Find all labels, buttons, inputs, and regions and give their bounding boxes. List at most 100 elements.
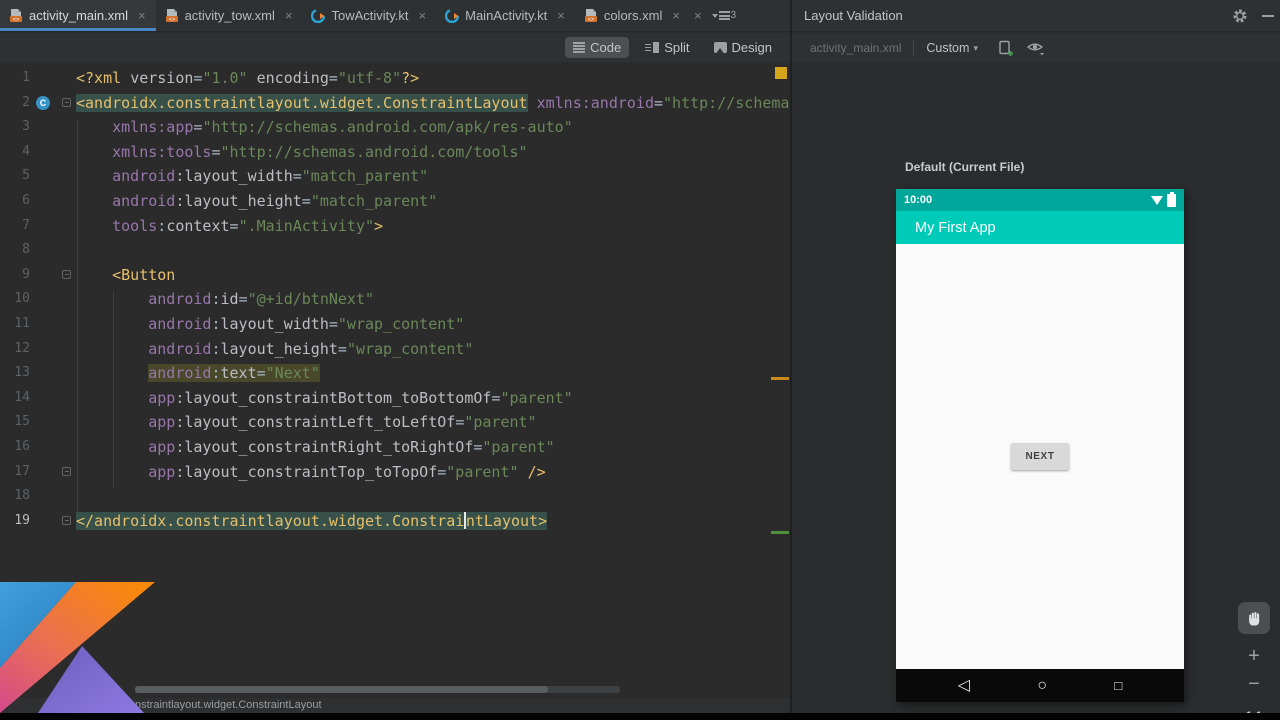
code-line-3[interactable]: xmlns:app="http://schemas.android.com/ap…: [76, 115, 790, 140]
code-line-13[interactable]: android:text="Next": [76, 361, 790, 386]
phone-app-bar: My First App: [896, 211, 1184, 244]
code-line-5[interactable]: android:layout_width="match_parent": [76, 164, 790, 189]
gutter-row-8[interactable]: 8: [0, 238, 74, 263]
hidden-tabs-dropdown[interactable]: 3: [712, 10, 737, 22]
configuration-label: Default (Current File): [905, 160, 1024, 174]
tab-colors-xml[interactable]: <>colors.xml×: [575, 0, 690, 31]
gutter-row-12[interactable]: 12: [0, 337, 74, 362]
code-line-14[interactable]: app:layout_constraintBottom_toBottomOf="…: [76, 386, 790, 411]
gutter-row-4[interactable]: 4: [0, 140, 74, 165]
code-line-9[interactable]: <Button: [76, 263, 790, 288]
code-line-15[interactable]: app:layout_constraintLeft_toLeftOf="pare…: [76, 410, 790, 435]
fold-open-icon[interactable]: [62, 270, 71, 279]
code-token: =: [338, 340, 347, 358]
code-token: android: [148, 340, 211, 358]
gutter-row-6[interactable]: 6: [0, 189, 74, 214]
tab-TowActivity-kt[interactable]: TowActivity.kt×: [302, 0, 436, 31]
gutter-row-1[interactable]: 1: [0, 66, 74, 91]
editor-code[interactable]: <?xml version="1.0" encoding="utf-8"?><a…: [76, 66, 790, 533]
code-line-6[interactable]: android:layout_height="match_parent": [76, 189, 790, 214]
next-button[interactable]: NEXT: [1011, 443, 1069, 470]
code-token: id: [221, 290, 239, 308]
stripe-mark-warning[interactable]: [771, 377, 789, 380]
context-class-gutter-icon[interactable]: C: [36, 96, 50, 110]
close-icon[interactable]: ×: [672, 8, 680, 23]
close-icon[interactable]: ×: [557, 8, 565, 23]
split-view-button[interactable]: Split: [637, 37, 697, 58]
design-view-button[interactable]: Design: [706, 37, 780, 58]
code-line-17[interactable]: app:layout_constraintTop_toTopOf="parent…: [76, 460, 790, 485]
nav-home-icon[interactable]: ○: [1037, 669, 1047, 702]
code-token: <Button: [112, 266, 175, 284]
zoom-in-button[interactable]: +: [1248, 646, 1260, 666]
code-view-button[interactable]: Code: [565, 37, 629, 58]
hide-panel-icon[interactable]: [1262, 15, 1274, 17]
code-token: android: [112, 192, 175, 210]
breadcrumb-text[interactable]: nstraintlayout.widget.ConstraintLayout: [135, 698, 322, 713]
add-device-icon[interactable]: [996, 39, 1014, 57]
gutter-row-11[interactable]: 11: [0, 312, 74, 337]
gear-icon[interactable]: [1232, 8, 1248, 24]
tab-MainActivity-kt[interactable]: MainActivity.kt×: [436, 0, 575, 31]
code-line-10[interactable]: android:id="@+id/btnNext": [76, 287, 790, 312]
status-time: 10:00: [904, 194, 932, 206]
gutter-row-10[interactable]: 10: [0, 287, 74, 312]
code-line-18[interactable]: [76, 484, 790, 509]
device-preview[interactable]: 10:00 My First App NEXT ◁ ○ □: [896, 189, 1184, 702]
horizontal-scrollbar[interactable]: [135, 686, 620, 693]
tab-activity_main-xml[interactable]: <>activity_main.xml×: [0, 0, 156, 31]
view-mode-toolbar: Code Split Design: [0, 33, 790, 62]
code-line-12[interactable]: android:layout_height="wrap_content": [76, 337, 790, 362]
preset-dropdown[interactable]: Custom ▾: [926, 41, 978, 55]
code-line-19[interactable]: </androidx.constraintlayout.widget.Const…: [76, 509, 790, 534]
gutter-row-15[interactable]: 15: [0, 410, 74, 435]
code-token: version: [130, 69, 193, 87]
close-icon[interactable]: ×: [285, 8, 293, 23]
code-line-7[interactable]: tools:context=".MainActivity">: [76, 214, 790, 239]
gutter-row-17[interactable]: 17: [0, 460, 74, 485]
horizontal-scrollbar-thumb[interactable]: [135, 686, 548, 693]
stripe-mark-ok[interactable]: [771, 531, 789, 534]
code-token: app: [148, 438, 175, 456]
fold-close-icon[interactable]: [62, 516, 71, 525]
gutter-row-5[interactable]: 5: [0, 164, 74, 189]
gutter-row-3[interactable]: 3: [0, 115, 74, 140]
gutter-row-9[interactable]: 9: [0, 263, 74, 288]
code-line-1[interactable]: <?xml version="1.0" encoding="utf-8"?>: [76, 66, 790, 91]
tab-activity_tow-xml[interactable]: <>activity_tow.xml×: [156, 0, 303, 31]
code-line-11[interactable]: android:layout_width="wrap_content": [76, 312, 790, 337]
close-icon[interactable]: ×: [138, 8, 146, 23]
visibility-eye-icon[interactable]: [1026, 40, 1046, 56]
gutter-row-13[interactable]: 13: [0, 361, 74, 386]
code-line-2[interactable]: <androidx.constraintlayout.widget.Constr…: [76, 91, 790, 116]
tab-label: colors.xml: [604, 8, 663, 23]
code-line-4[interactable]: xmlns:tools="http://schemas.android.com/…: [76, 140, 790, 165]
code-token: =: [293, 167, 302, 185]
gutter-row-7[interactable]: 7: [0, 214, 74, 239]
toolbar-divider: [913, 40, 914, 56]
nav-recents-icon[interactable]: □: [1114, 669, 1122, 702]
code-token: "1.0": [202, 69, 247, 87]
code-token: [76, 118, 112, 136]
gutter-row-14[interactable]: 14: [0, 386, 74, 411]
indent-guide: [77, 119, 78, 513]
code-line-8[interactable]: [76, 238, 790, 263]
close-icon[interactable]: ×: [419, 8, 427, 23]
gutter-row-18[interactable]: 18: [0, 484, 74, 509]
code-token: =: [239, 290, 248, 308]
extra-close-icon[interactable]: ×: [694, 8, 702, 23]
pan-tool-button[interactable]: [1238, 602, 1270, 634]
zoom-out-button[interactable]: −: [1248, 674, 1260, 694]
fold-open-icon[interactable]: [62, 98, 71, 107]
code-line-16[interactable]: app:layout_constraintRight_toRightOf="pa…: [76, 435, 790, 460]
fold-close-icon[interactable]: [62, 467, 71, 476]
gutter-row-2[interactable]: 2C: [0, 91, 74, 116]
nav-back-icon[interactable]: ◁: [958, 669, 970, 702]
code-token: xmlns:android: [537, 94, 654, 112]
file-warning-indicator[interactable]: [775, 67, 787, 79]
editor-gutter[interactable]: 12C345678910111213141516171819: [0, 66, 74, 533]
code-token: xmlns:tools: [112, 143, 211, 161]
gutter-row-16[interactable]: 16: [0, 435, 74, 460]
code-token: layout_width: [184, 167, 292, 185]
gutter-row-19[interactable]: 19: [0, 509, 74, 534]
